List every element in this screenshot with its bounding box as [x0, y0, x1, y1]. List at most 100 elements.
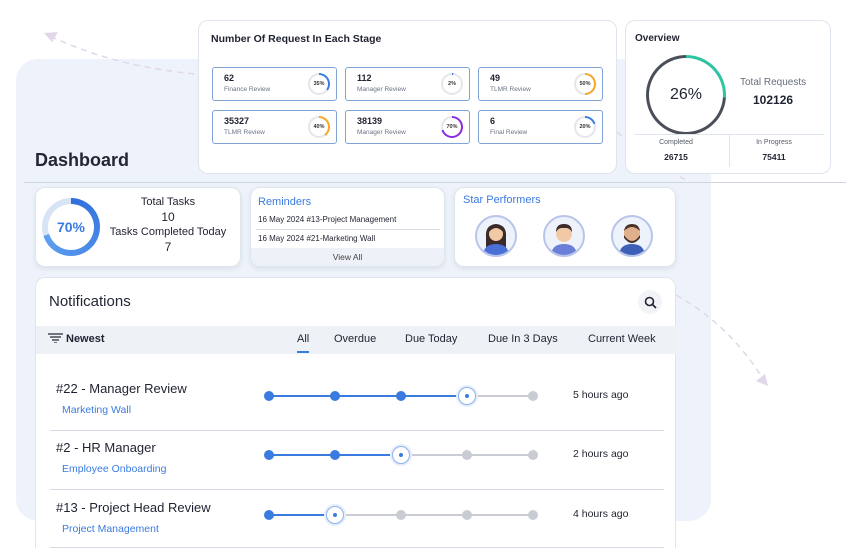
stage-percent: 70%: [443, 118, 461, 136]
sort-lines-icon: [48, 333, 63, 343]
stage-count: 6: [490, 116, 496, 126]
tasks-summary-card: 70% Total Tasks 10 Tasks Completed Today…: [35, 187, 241, 267]
current-step-dot: [392, 446, 410, 464]
step-dot: [330, 391, 340, 401]
progress-track: [264, 446, 538, 464]
woman-avatar[interactable]: [475, 215, 517, 257]
stage-label: Finance Review: [224, 86, 271, 93]
stage-progress-ring: 50%: [574, 73, 596, 95]
view-all-button[interactable]: View All: [251, 248, 444, 266]
in-progress-label: In Progress: [756, 139, 792, 146]
stage-percent: 40%: [310, 118, 328, 136]
total-tasks-label: Total Tasks: [140, 196, 196, 208]
stage-label: TLMR Review: [490, 86, 531, 93]
stage-percent: 2%: [443, 75, 461, 93]
notification-time: 5 hours ago: [573, 389, 629, 401]
completed-value: 26715: [664, 152, 688, 162]
notification-subtitle[interactable]: Project Management: [62, 523, 159, 535]
notification-row[interactable]: #2 - HR Manager Employee Onboarding 2 ho…: [50, 440, 664, 499]
step-dot: [264, 450, 274, 460]
task-percent: 70%: [48, 204, 94, 250]
stage-progress-ring: 40%: [308, 116, 330, 138]
current-step-dot: [326, 506, 344, 524]
step-dot: [396, 391, 406, 401]
tab-overdue[interactable]: Overdue: [334, 333, 376, 345]
overview-panel: Overview 26% Total Requests 102126 Compl…: [625, 20, 831, 174]
page-title: Dashboard: [35, 150, 130, 170]
reminders-title: Reminders: [258, 196, 312, 208]
reminder-item[interactable]: 16 May 2024 #13-Project Management: [258, 215, 438, 224]
completed-stat: Completed 26715: [636, 139, 716, 162]
sort-label: Newest: [66, 333, 105, 345]
stage-card[interactable]: 6 Final Review 20%: [478, 110, 603, 144]
stage-count: 62: [224, 73, 235, 83]
stage-count: 38139: [357, 116, 383, 126]
tab-current-week[interactable]: Current Week: [588, 333, 656, 345]
stage-grid: 62 Finance Review 35% 112 Manager Review…: [212, 67, 604, 144]
notification-row[interactable]: #22 - Manager Review Marketing Wall 5 ho…: [50, 381, 664, 440]
notification-title: #13 - Project Head Review: [56, 500, 211, 515]
bearded-man-avatar[interactable]: [611, 215, 653, 257]
overview-column-divider: [729, 135, 730, 167]
notification-row[interactable]: #13 - Project Head Review Project Manage…: [50, 500, 664, 548]
title-divider: [24, 182, 846, 183]
notification-subtitle[interactable]: Employee Onboarding: [62, 463, 166, 475]
stage-card[interactable]: 38139 Manager Review 70%: [345, 110, 470, 144]
tasks-completed-value: 7: [164, 240, 172, 254]
stage-label: Manager Review: [357, 129, 406, 136]
stage-percent: 35%: [310, 75, 328, 93]
stage-label: Manager Review: [357, 86, 406, 93]
star-performers-title: Star Performers: [463, 194, 541, 206]
in-progress-stat: In Progress 75411: [734, 139, 814, 162]
stage-count: 49: [490, 73, 501, 83]
stage-label: Final Review: [490, 129, 528, 136]
total-tasks-value: 10: [161, 210, 175, 224]
sort-dropdown[interactable]: Newest: [48, 333, 105, 345]
step-dot: [528, 391, 538, 401]
progress-track: [264, 387, 538, 405]
stage-panel-title: Number Of Request In Each Stage: [211, 33, 382, 45]
completed-label: Completed: [659, 139, 693, 146]
total-requests-label: Total Requests: [740, 77, 807, 88]
step-dot: [396, 510, 406, 520]
man-avatar[interactable]: [543, 215, 585, 257]
reminders-card: Reminders 16 May 2024 #13-Project Manage…: [250, 187, 445, 267]
search-icon: [644, 296, 657, 309]
current-step-dot: [458, 387, 476, 405]
tasks-completed-label: Tasks Completed Today: [109, 226, 227, 238]
step-dot: [330, 450, 340, 460]
row-divider: [50, 489, 664, 490]
search-button[interactable]: [638, 290, 662, 314]
step-dot: [528, 450, 538, 460]
notifications-title: Notifications: [49, 293, 131, 310]
stage-progress-ring: 20%: [574, 116, 596, 138]
stage-card[interactable]: 35327 TLMR Review 40%: [212, 110, 337, 144]
request-stage-panel: Number Of Request In Each Stage 62 Finan…: [198, 20, 617, 174]
reminder-item[interactable]: 16 May 2024 #21-Marketing Wall: [258, 234, 438, 243]
notifications-panel: Notifications Newest All Overdue Due Tod…: [35, 277, 677, 548]
overview-donut-chart: 26%: [646, 55, 726, 135]
task-completion-donut: 70%: [42, 198, 100, 256]
tab-due-today[interactable]: Due Today: [405, 333, 457, 345]
notification-title: #2 - HR Manager: [56, 440, 156, 455]
tab-due-in-3-days[interactable]: Due In 3 Days: [488, 333, 558, 345]
in-progress-value: 75411: [762, 152, 786, 162]
step-dot: [462, 450, 472, 460]
stage-card[interactable]: 62 Finance Review 35%: [212, 67, 337, 101]
stage-percent: 50%: [576, 75, 594, 93]
reminder-divider: [256, 229, 440, 230]
notification-filter-bar: Newest All Overdue Due Today Due In 3 Da…: [36, 326, 677, 354]
stage-progress-ring: 35%: [308, 73, 330, 95]
star-performers-card: Star Performers: [454, 187, 676, 267]
tab-all[interactable]: All: [297, 333, 310, 353]
track-fill: [268, 395, 466, 397]
stage-count: 35327: [224, 116, 250, 126]
notification-title: #22 - Manager Review: [56, 381, 187, 396]
stage-percent: 20%: [576, 118, 594, 136]
notification-subtitle[interactable]: Marketing Wall: [62, 404, 131, 416]
notification-time: 2 hours ago: [573, 448, 629, 460]
stage-card[interactable]: 112 Manager Review 2%: [345, 67, 470, 101]
row-divider: [50, 430, 664, 431]
stage-card[interactable]: 49 TLMR Review 50%: [478, 67, 603, 101]
step-dot: [462, 510, 472, 520]
